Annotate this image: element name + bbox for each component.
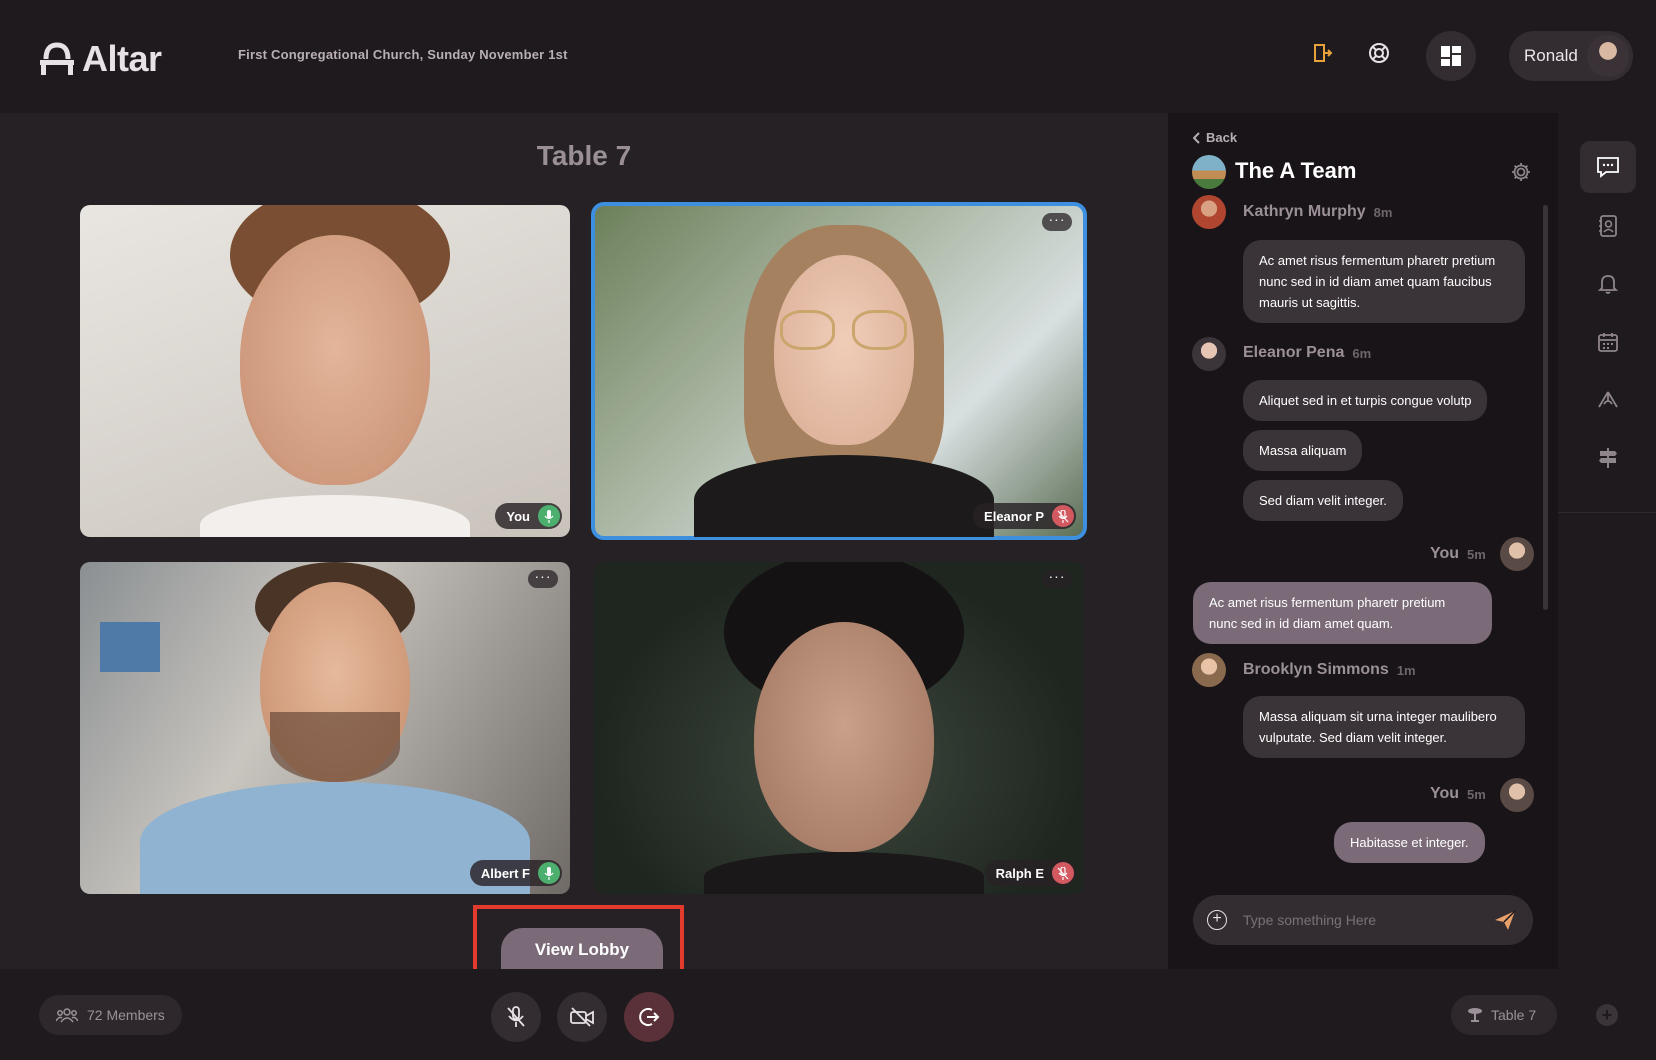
- mic-on-icon: [538, 862, 560, 884]
- current-table-button[interactable]: Table 7: [1451, 995, 1557, 1035]
- grid-layout-icon: [1441, 46, 1461, 66]
- video-tile-you[interactable]: You: [80, 205, 570, 537]
- signpost-icon: [1599, 448, 1617, 468]
- participant-name-tag: Albert F: [469, 860, 562, 886]
- message-header: Kathryn Murphy 8m: [1243, 203, 1392, 221]
- participant-name: Eleanor P: [984, 508, 1044, 524]
- message-time: 8m: [1373, 204, 1393, 220]
- prayer-hands-icon: [1598, 391, 1618, 408]
- avatar: [1500, 537, 1534, 571]
- plus-icon: +: [1601, 1004, 1613, 1025]
- message-time: 5m: [1467, 786, 1486, 802]
- participant-name-tag: You: [495, 503, 562, 529]
- members-count: 72 Members: [87, 1007, 165, 1023]
- participant-name-tag: Eleanor P: [973, 503, 1076, 529]
- avatar: [1192, 337, 1226, 371]
- participant-name: Albert F: [480, 865, 530, 881]
- app-name: Altar: [82, 38, 162, 79]
- leave-icon: [639, 1008, 660, 1026]
- table-label: Table 7: [1491, 1007, 1537, 1023]
- chevron-left-icon: [1193, 131, 1200, 144]
- altar-logo-icon: [40, 42, 74, 75]
- user-menu[interactable]: Ronald: [1509, 31, 1633, 81]
- team-avatar: [1192, 155, 1226, 189]
- leave-table-button[interactable]: [624, 992, 674, 1042]
- message-bubble: Sed diam velit integer.: [1243, 480, 1403, 521]
- camera-off-button[interactable]: [557, 992, 607, 1042]
- rail-directions-button[interactable]: [1580, 432, 1636, 484]
- back-button[interactable]: Back: [1193, 130, 1237, 145]
- message-bubble: Massa aliquam: [1243, 430, 1363, 471]
- app-logo[interactable]: Altar: [38, 38, 162, 80]
- rail-calendar-button[interactable]: [1580, 316, 1636, 368]
- mic-off-icon: [1052, 505, 1074, 527]
- rail-contacts-button[interactable]: [1580, 200, 1636, 252]
- mic-off-icon: [507, 1006, 525, 1027]
- mute-mic-button[interactable]: [491, 992, 541, 1042]
- avatar: [1587, 35, 1629, 77]
- message-author: Brooklyn Simmons: [1243, 661, 1389, 678]
- members-icon: [56, 1008, 78, 1023]
- back-label: Back: [1206, 130, 1238, 145]
- contacts-icon: [1599, 215, 1617, 237]
- message-input[interactable]: [1243, 910, 1473, 930]
- chat-scrollbar[interactable]: [1543, 205, 1548, 610]
- message-time: 6m: [1352, 345, 1372, 361]
- chat-title: The A Team: [1235, 158, 1357, 183]
- layout-toggle-button[interactable]: [1426, 31, 1476, 81]
- bottom-bar: [0, 969, 1656, 1060]
- add-button[interactable]: +: [1596, 1004, 1618, 1026]
- tile-menu-button[interactable]: ···: [1042, 569, 1072, 588]
- table-icon: [1468, 1008, 1482, 1022]
- lifebuoy-icon[interactable]: [1362, 36, 1396, 70]
- message-bubble: Ac amet risus fermentum pharetr pretium …: [1193, 582, 1492, 644]
- video-tile-eleanor[interactable]: ··· Eleanor P: [591, 202, 1087, 540]
- exit-door-icon[interactable]: [1305, 36, 1339, 70]
- participant-name-tag: Ralph E: [984, 860, 1076, 886]
- mic-off-icon: [1052, 862, 1074, 884]
- message-composer: +: [1193, 895, 1533, 945]
- video-tile-ralph[interactable]: ··· Ralph E: [594, 562, 1084, 894]
- user-name: Ronald: [1524, 46, 1578, 65]
- calendar-icon: [1598, 333, 1618, 352]
- message-bubble: Ac amet risus fermentum pharetr pretium …: [1243, 240, 1525, 323]
- participant-name: Ralph E: [995, 865, 1044, 881]
- video-tile-albert[interactable]: ··· Albert F: [80, 562, 570, 894]
- event-title: First Congregational Church, Sunday Nove…: [238, 47, 568, 62]
- bell-icon: [1598, 275, 1618, 294]
- tile-menu-button[interactable]: ···: [528, 569, 558, 588]
- avatar: [1500, 778, 1534, 812]
- rail-chat-button[interactable]: [1580, 141, 1636, 193]
- message-bubble: Habitasse et integer.: [1334, 822, 1485, 863]
- avatar: [1192, 653, 1226, 687]
- message-time: 5m: [1467, 546, 1486, 562]
- chat-icon: [1597, 157, 1619, 178]
- rail-notifications-button[interactable]: [1580, 258, 1636, 310]
- participant-name: You: [506, 508, 530, 524]
- attach-plus-icon[interactable]: +: [1207, 910, 1227, 930]
- message-author: You: [1430, 545, 1460, 562]
- message-header: Eleanor Pena 6m: [1243, 344, 1371, 362]
- message-author: Eleanor Pena: [1243, 344, 1345, 361]
- camera-off-icon: [570, 1007, 594, 1027]
- tile-menu-button[interactable]: ···: [1042, 212, 1072, 231]
- message-time: 1m: [1396, 662, 1416, 678]
- avatar: [1192, 195, 1226, 229]
- members-button[interactable]: 72 Members: [39, 995, 182, 1035]
- rail-prayer-button[interactable]: [1580, 374, 1636, 426]
- page-title: Table 7: [536, 140, 632, 171]
- message-author: You: [1430, 785, 1460, 802]
- message-header: You 5m: [1430, 785, 1486, 803]
- send-icon[interactable]: [1493, 908, 1517, 932]
- message-author: Kathryn Murphy: [1243, 203, 1366, 220]
- mic-on-icon: [538, 505, 560, 527]
- gear-icon[interactable]: [1510, 161, 1532, 183]
- message-bubble: Aliquet sed in et turpis congue volutp: [1243, 380, 1488, 421]
- message-header: Brooklyn Simmons 1m: [1243, 661, 1416, 679]
- message-header: You 5m: [1430, 545, 1486, 563]
- message-bubble: Massa aliquam sit urna integer maulibero…: [1243, 696, 1525, 758]
